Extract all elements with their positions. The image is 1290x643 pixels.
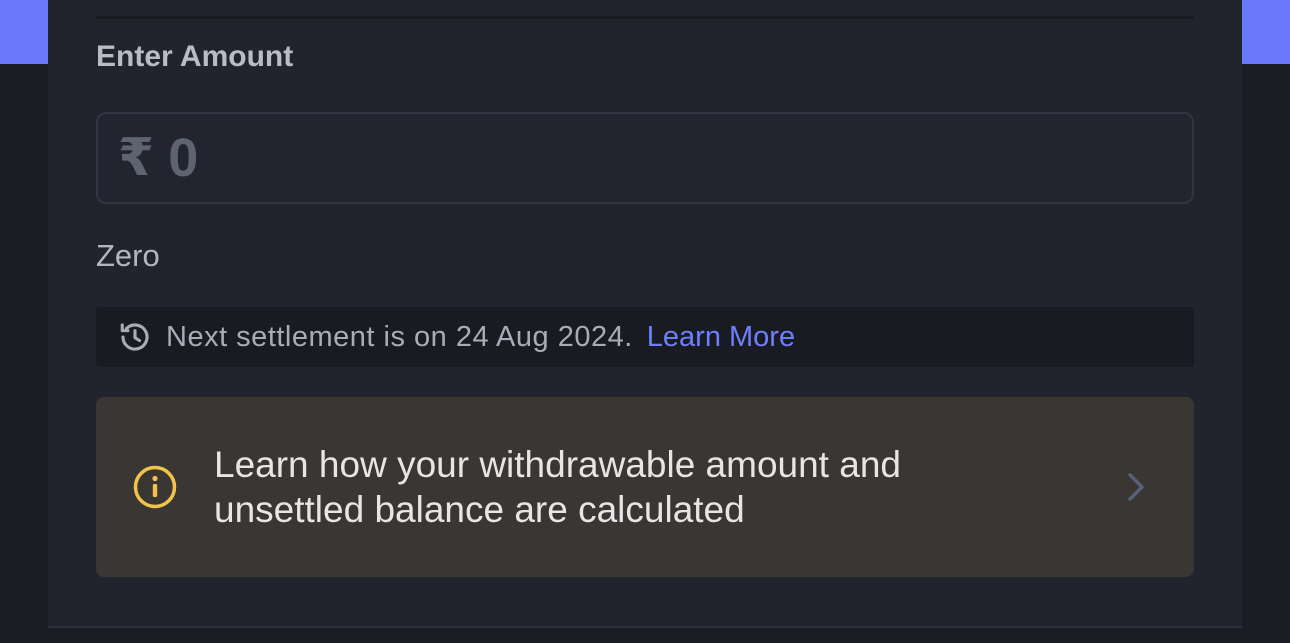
settlement-notice: Next settlement is on 24 Aug 2024. Learn… (96, 307, 1194, 367)
amount-field[interactable]: ₹ (96, 112, 1194, 204)
chevron-right-icon (1124, 469, 1148, 505)
info-card-text: Learn how your withdrawable amount and u… (214, 444, 901, 530)
currency-symbol: ₹ (118, 129, 155, 187)
learn-more-link[interactable]: Learn More (647, 321, 795, 354)
amount-label: Enter Amount (96, 40, 294, 73)
settlement-message: Next settlement is on 24 Aug 2024. (166, 320, 633, 353)
top-divider (96, 16, 1194, 19)
amount-input[interactable] (168, 127, 1069, 189)
withdraw-panel: Enter Amount ₹ Zero Next settlement is o… (48, 0, 1242, 628)
history-icon (118, 320, 152, 354)
withdrawable-info-card[interactable]: Learn how your withdrawable amount and u… (96, 397, 1194, 577)
amount-in-words: Zero (96, 238, 160, 273)
info-icon (132, 464, 178, 510)
